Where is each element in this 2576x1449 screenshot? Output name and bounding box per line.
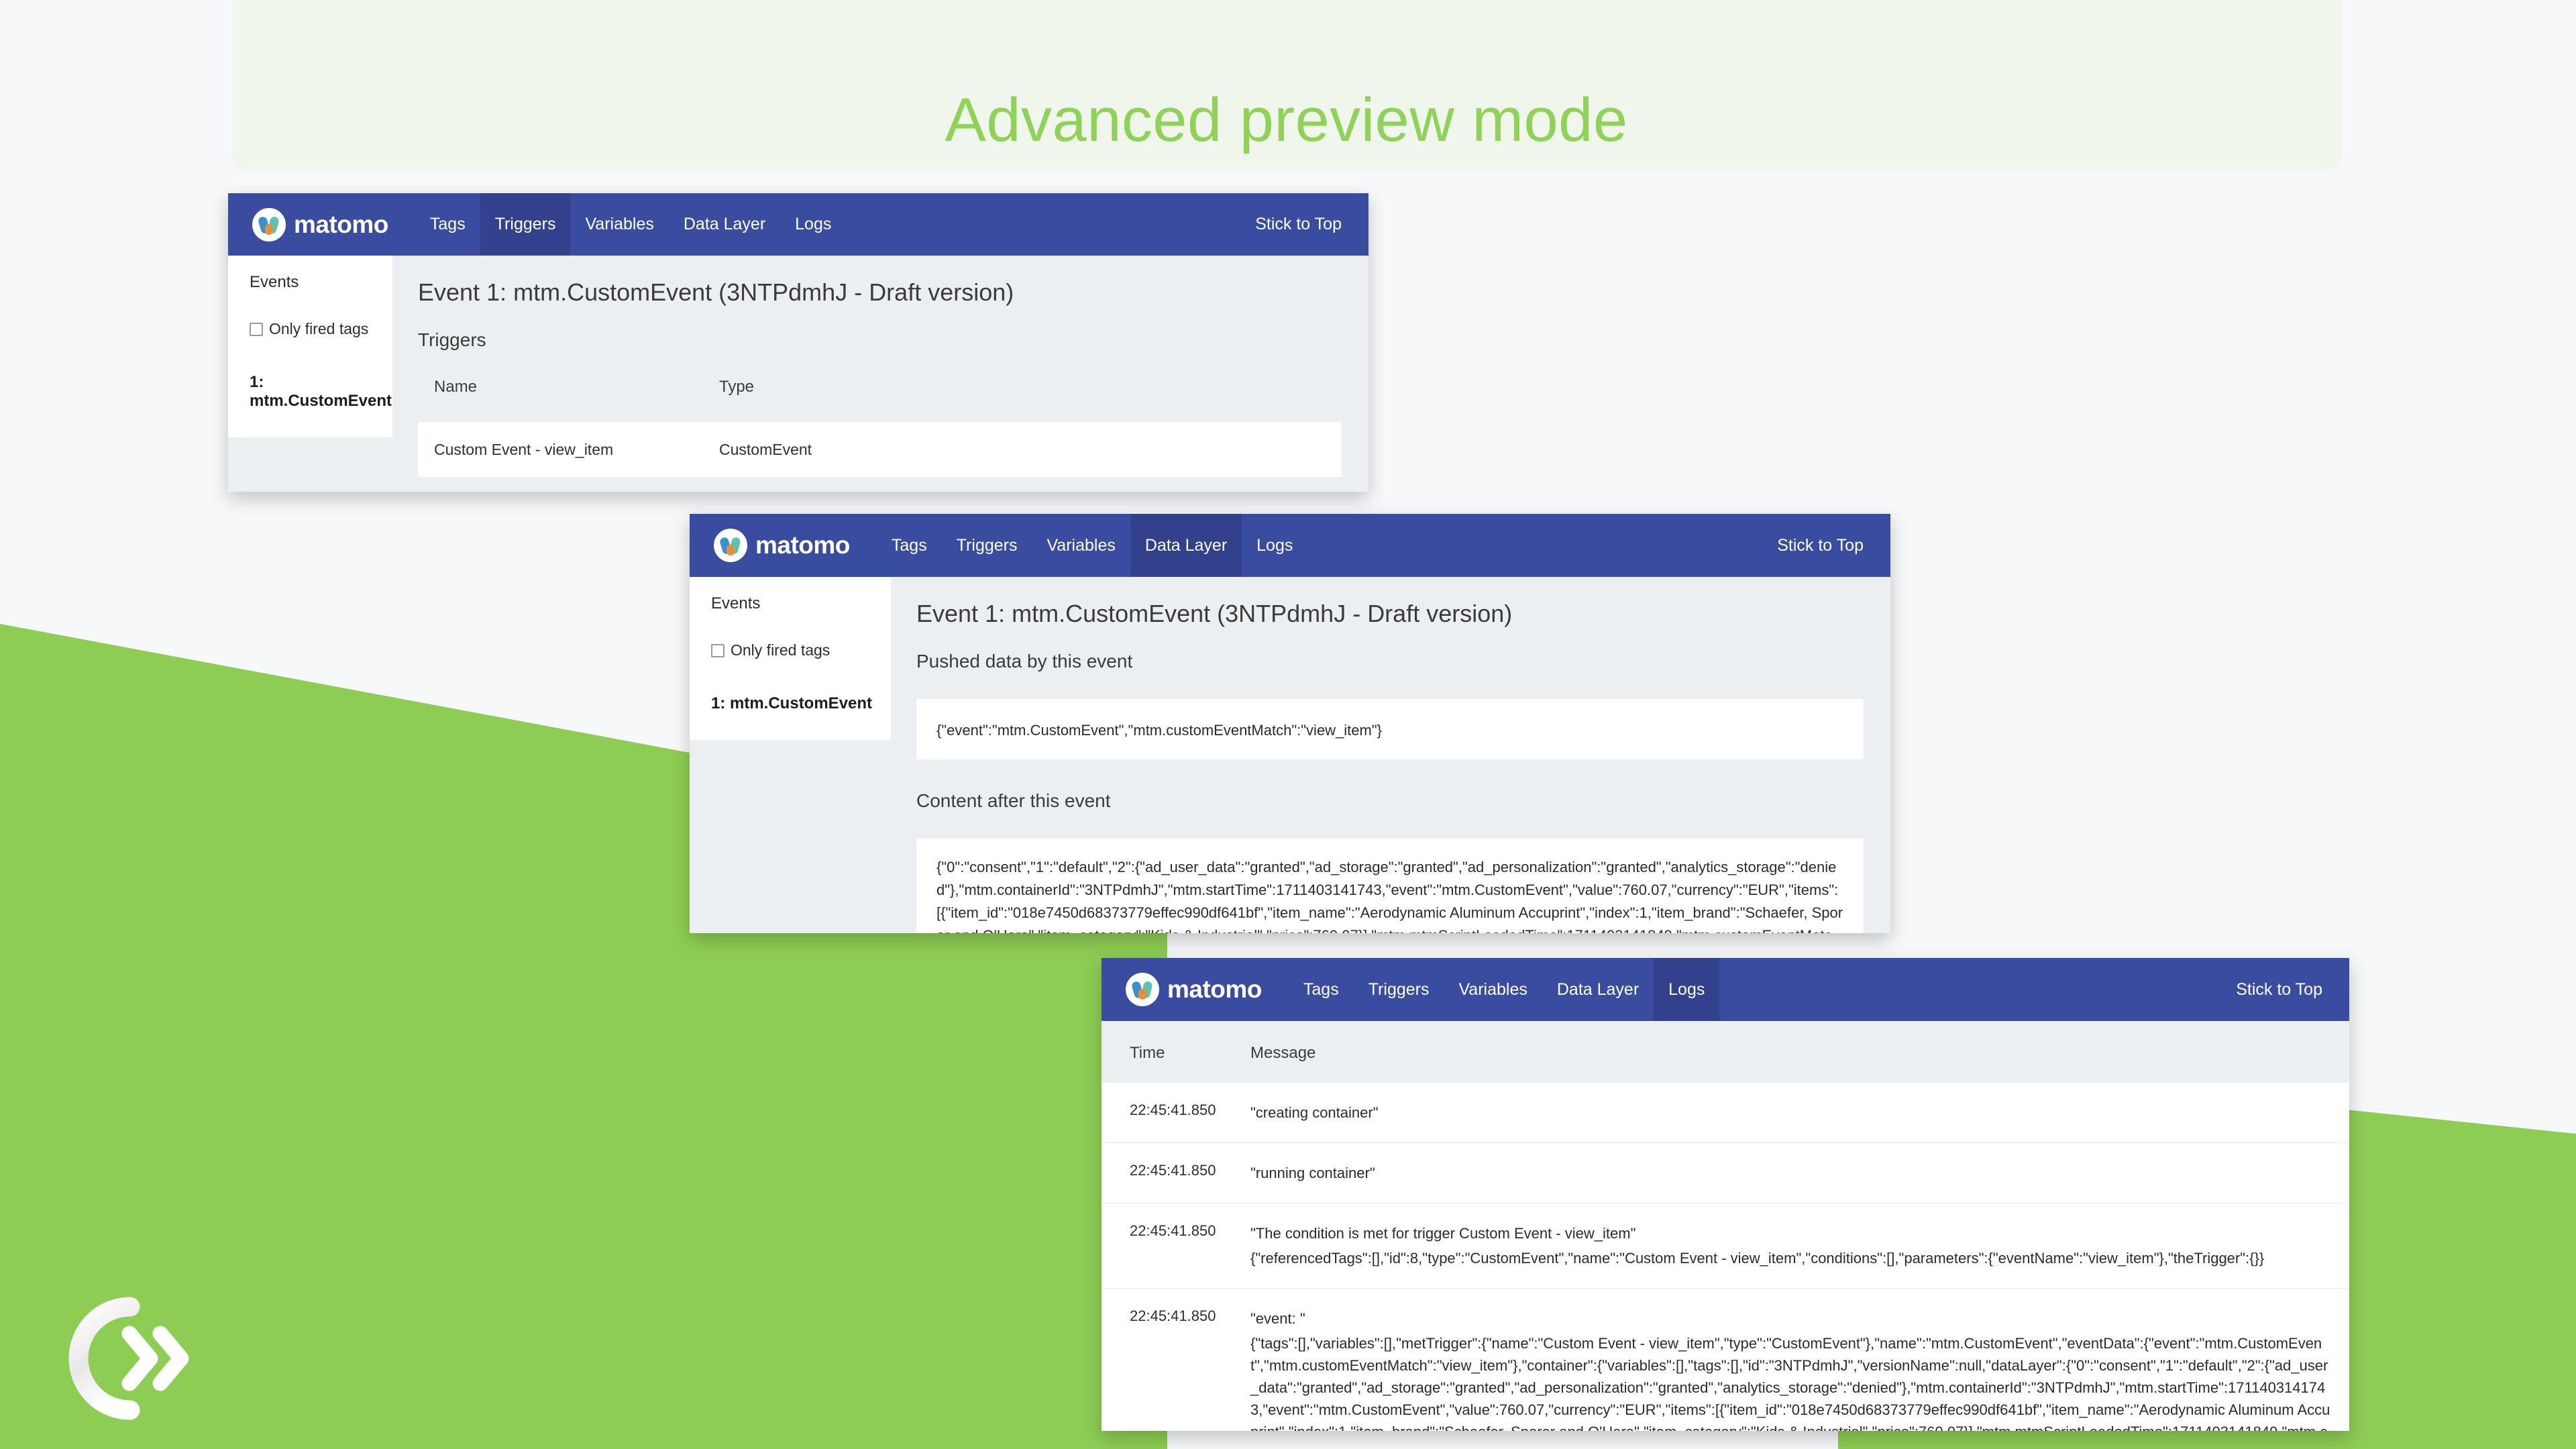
tab-variables[interactable]: Variables [1444, 958, 1542, 1021]
main-nav: Tags Triggers Variables Data Layer Logs [415, 193, 846, 256]
only-fired-tags-checkbox[interactable]: Only fired tags [228, 320, 392, 338]
table-row[interactable]: 22:45:41.850 "The condition is met for t… [1102, 1203, 2349, 1289]
tab-tags[interactable]: Tags [877, 514, 942, 577]
message-line: {"tags":[],"variables":[],"metTrigger":{… [1250, 1335, 2330, 1431]
tab-logs[interactable]: Logs [1654, 958, 1720, 1021]
stick-to-top-button[interactable]: Stick to Top [1255, 215, 1368, 234]
checkbox-icon[interactable] [250, 322, 263, 336]
matomo-wordmark: matomo [755, 531, 850, 559]
table-row[interactable]: 22:45:41.850 "running container" [1102, 1143, 2349, 1203]
main-nav: Tags Triggers Variables Data Layer Logs [1289, 958, 1720, 1021]
sidebar-item-event-1[interactable]: 1: mtm.CustomEvent [228, 373, 392, 437]
window-body: Events Only fired tags 1: mtm.CustomEven… [690, 577, 1890, 933]
tab-variables[interactable]: Variables [570, 193, 668, 256]
message-line: "The condition is met for trigger Custom… [1250, 1225, 1636, 1242]
matomo-wordmark: matomo [1167, 975, 1262, 1003]
content-after-json: {"0":"consent","1":"default","2":{"ad_us… [916, 839, 1864, 933]
matomo-logo-icon [252, 207, 286, 241]
pushed-data-json: {"event":"mtm.CustomEvent","mtm.customEv… [916, 699, 1864, 760]
matomo-logo: matomo [690, 529, 850, 562]
main-content: Event 1: mtm.CustomEvent (3NTPdmhJ - Dra… [891, 577, 1890, 933]
tab-variables[interactable]: Variables [1032, 514, 1130, 577]
window-body: Events Only fired tags 1: mtm.CustomEven… [228, 256, 1368, 492]
section-title-triggers: Triggers [418, 329, 486, 350]
tab-triggers[interactable]: Triggers [1354, 958, 1444, 1021]
only-fired-tags-checkbox[interactable]: Only fired tags [690, 641, 891, 659]
matomo-logo: matomo [228, 207, 388, 241]
sidebar-item-event-1[interactable]: 1: mtm.CustomEvent [690, 694, 891, 740]
topbar: matomo Tags Triggers Variables Data Laye… [1102, 958, 2349, 1021]
tab-tags[interactable]: Tags [1289, 958, 1354, 1021]
sidebar-title: Events [711, 594, 761, 612]
events-sidebar: Events Only fired tags 1: mtm.CustomEven… [228, 256, 392, 437]
cell-name: Custom Event - view_item [434, 440, 614, 458]
column-header-time: Time [1130, 1044, 1165, 1062]
cell-message: "creating container" [1250, 1102, 2330, 1124]
logs-table-header: Time Message [1102, 1021, 2349, 1083]
topbar: matomo Tags Triggers Variables Data Laye… [690, 514, 1890, 577]
table-row[interactable]: 22:45:41.850 "event: " {"tags":[],"varia… [1102, 1289, 2349, 1431]
cell-time: 22:45:41.850 [1130, 1307, 1216, 1324]
cell-message: "event: " {"tags":[],"variables":[],"met… [1250, 1307, 2330, 1431]
c-chevrons-logo-icon [64, 1295, 205, 1422]
tab-data-layer[interactable]: Data Layer [1542, 958, 1654, 1021]
page-title: Advanced preview mode [945, 86, 1628, 154]
section-title-content-after: Content after this event [916, 790, 1111, 812]
main-nav: Tags Triggers Variables Data Layer Logs [877, 514, 1307, 577]
logs-table: Time Message 22:45:41.850 "creating cont… [1102, 1021, 2349, 1431]
event-title: Event 1: mtm.CustomEvent (3NTPdmhJ - Dra… [916, 600, 1513, 627]
only-fired-tags-label: Only fired tags [269, 320, 369, 337]
matomo-logo-icon [714, 529, 747, 562]
table-row[interactable]: Custom Event - view_item CustomEvent [418, 422, 1342, 477]
cell-time: 22:45:41.850 [1130, 1102, 1216, 1118]
tab-logs[interactable]: Logs [780, 193, 846, 256]
tab-tags[interactable]: Tags [415, 193, 480, 256]
tab-data-layer[interactable]: Data Layer [1130, 514, 1242, 577]
message-line: "running container" [1250, 1165, 1375, 1181]
matomo-logo: matomo [1102, 973, 1262, 1006]
stick-to-top-button[interactable]: Stick to Top [2236, 980, 2349, 1000]
stick-to-top-button[interactable]: Stick to Top [1777, 536, 1890, 555]
title-banner: Advanced preview mode [231, 0, 2341, 171]
matomo-logo-icon [1126, 973, 1159, 1006]
cell-type: CustomEvent [719, 440, 812, 458]
tab-triggers[interactable]: Triggers [942, 514, 1032, 577]
section-title-pushed-data: Pushed data by this event [916, 651, 1133, 672]
matomo-window-triggers: matomo Tags Triggers Variables Data Laye… [228, 193, 1368, 492]
cell-message: "running container" [1250, 1162, 2330, 1184]
tab-triggers[interactable]: Triggers [480, 193, 571, 256]
topbar: matomo Tags Triggers Variables Data Laye… [228, 193, 1368, 256]
message-line: "creating container" [1250, 1104, 1379, 1121]
event-title: Event 1: mtm.CustomEvent (3NTPdmhJ - Dra… [418, 278, 1014, 306]
sidebar-title: Events [250, 273, 299, 291]
column-header-message: Message [1250, 1044, 1316, 1062]
triggers-table-header: Name Type [418, 378, 1342, 396]
column-header-type: Type [719, 378, 755, 396]
cell-time: 22:45:41.850 [1130, 1162, 1216, 1179]
page-root: Advanced preview mode matomo Tags Trigge… [0, 0, 2576, 1449]
matomo-window-data-layer: matomo Tags Triggers Variables Data Laye… [690, 514, 1890, 933]
main-content: Event 1: mtm.CustomEvent (3NTPdmhJ - Dra… [392, 256, 1368, 492]
cell-time: 22:45:41.850 [1130, 1222, 1216, 1239]
message-line: {"referencedTags":[],"id":8,"type":"Cust… [1250, 1250, 2265, 1267]
matomo-window-logs: matomo Tags Triggers Variables Data Laye… [1102, 958, 2349, 1431]
column-header-name: Name [434, 378, 478, 396]
table-row[interactable]: 22:45:41.850 "creating container" [1102, 1083, 2349, 1143]
matomo-wordmark: matomo [294, 210, 388, 238]
message-line: "event: " [1250, 1310, 1305, 1327]
checkbox-icon[interactable] [711, 643, 724, 657]
only-fired-tags-label: Only fired tags [731, 641, 830, 659]
tab-logs[interactable]: Logs [1242, 514, 1307, 577]
events-sidebar: Events Only fired tags 1: mtm.CustomEven… [690, 577, 891, 740]
tab-data-layer[interactable]: Data Layer [669, 193, 780, 256]
cell-message: "The condition is met for trigger Custom… [1250, 1222, 2330, 1269]
